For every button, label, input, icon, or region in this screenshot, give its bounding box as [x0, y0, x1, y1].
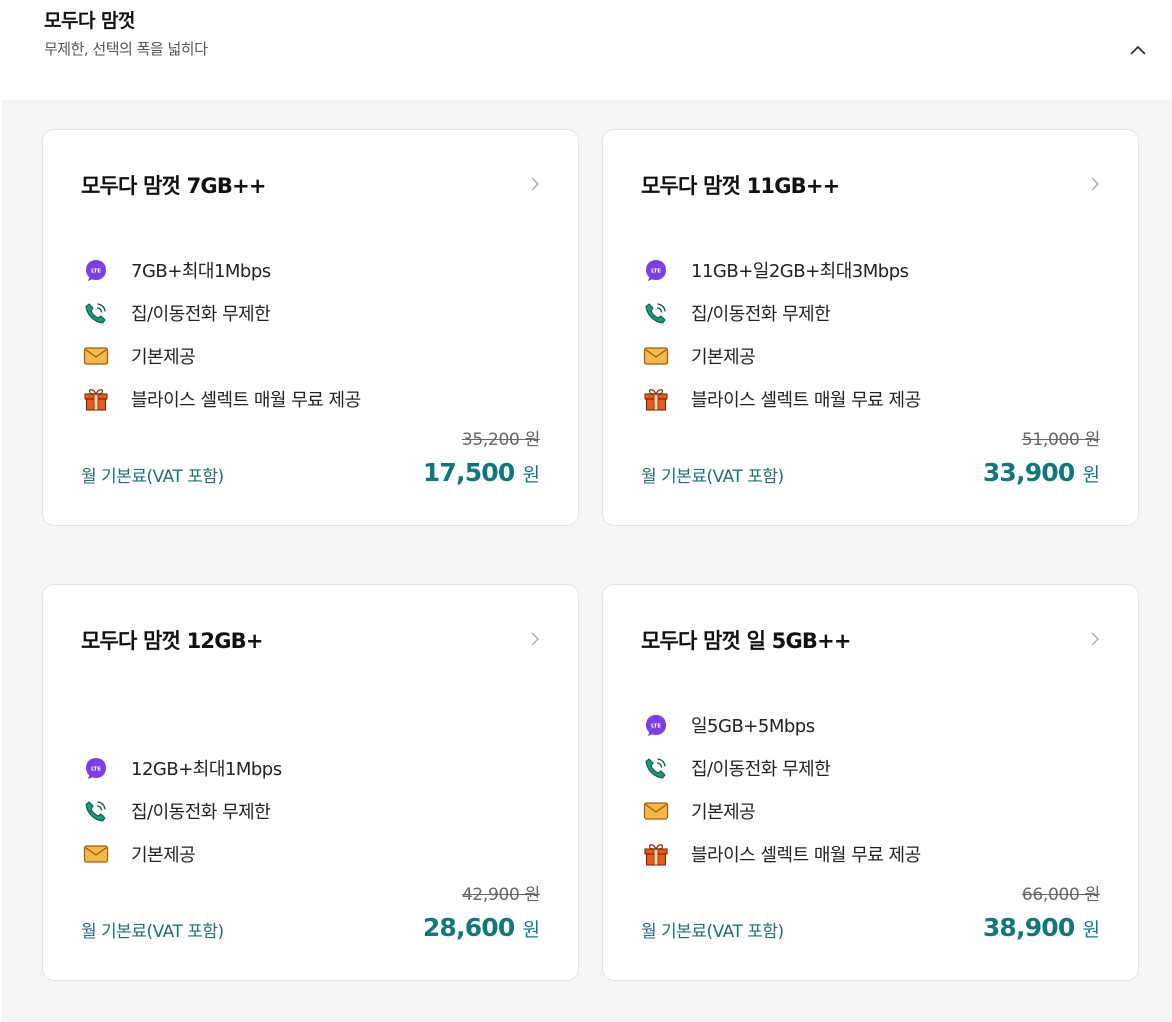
- price-label: 월 기본료(VAT 포함): [81, 467, 224, 487]
- phone-call-icon: [643, 755, 669, 781]
- feature-item: 기본제공: [643, 789, 1108, 832]
- lte-icon: LTE: [643, 712, 669, 738]
- svg-text:LTE: LTE: [91, 766, 101, 772]
- plan-title: 모두다 맘껏 일 5GB++: [641, 629, 852, 653]
- svg-text:LTE: LTE: [651, 268, 661, 274]
- feature-item: 집/이동전화 무제한: [83, 789, 548, 832]
- svg-text:LTE: LTE: [651, 723, 661, 729]
- section-header: 모두다 맘껏 무제한, 선택의 폭을 넓히다: [0, 0, 1172, 100]
- original-price: 66,000 원: [1021, 885, 1100, 905]
- price-amount: 17,500: [422, 458, 515, 487]
- feature-text: 기본제공: [131, 844, 196, 866]
- feature-text: 집/이동전화 무제한: [691, 758, 831, 780]
- phone-call-icon: [83, 798, 109, 824]
- price: 33,900 원: [983, 458, 1100, 487]
- feature-text: 기본제공: [131, 346, 196, 368]
- feature-list: LTE 7GB+최대1Mbps 집/이동전화 무제한기본제공블라이스 셀렉트 매월 …: [83, 248, 548, 420]
- message-envelope-icon: [83, 841, 109, 867]
- feature-item: 기본제공: [83, 334, 548, 377]
- plan-card[interactable]: 모두다 맘껏 11GB++ LTE 11GB+일2GB+최대3Mbps 집/이동전화 …: [602, 129, 1139, 526]
- feature-item: 집/이동전화 무제한: [643, 746, 1108, 789]
- feature-text: 기본제공: [691, 346, 756, 368]
- price-currency: 원: [1082, 919, 1100, 941]
- feature-text: 블라이스 셀렉트 매월 무료 제공: [691, 389, 921, 411]
- plan-list: 모두다 맘껏 7GB++ LTE 7GB+최대1Mbps 집/이동전화 무제한 기본제공…: [2, 100, 1172, 1022]
- plan-title: 모두다 맘껏 7GB++: [81, 174, 266, 198]
- chevron-right-icon: [1091, 632, 1099, 646]
- feature-text: 집/이동전화 무제한: [691, 303, 831, 325]
- feature-text: 일5GB+5Mbps: [691, 715, 815, 737]
- feature-text: 집/이동전화 무제한: [131, 303, 271, 325]
- original-price: 42,900 원: [461, 885, 540, 905]
- section-subtitle: 무제한, 선택의 폭을 넓히다: [44, 40, 208, 58]
- feature-item: LTE 7GB+최대1Mbps: [83, 248, 548, 291]
- feature-item: 기본제공: [83, 832, 548, 875]
- feature-item: 기본제공: [643, 334, 1108, 377]
- price-label: 월 기본료(VAT 포함): [641, 922, 784, 942]
- feature-item: LTE 11GB+일2GB+최대3Mbps: [643, 248, 1108, 291]
- price-amount: 28,600: [422, 913, 515, 942]
- plan-card[interactable]: 모두다 맘껏 일 5GB++ LTE 일5GB+5Mbps 집/이동전화 무제한기본제…: [602, 584, 1139, 981]
- price: 28,600 원: [423, 913, 540, 942]
- feature-text: 블라이스 셀렉트 매월 무료 제공: [131, 389, 361, 411]
- message-envelope-icon: [643, 343, 669, 369]
- chevron-right-icon: [1091, 177, 1099, 191]
- feature-text: 기본제공: [691, 801, 756, 823]
- feature-text: 7GB+최대1Mbps: [131, 260, 271, 282]
- price-currency: 원: [1082, 464, 1100, 486]
- feature-item: LTE 일5GB+5Mbps: [643, 703, 1108, 746]
- price-amount: 38,900: [982, 913, 1075, 942]
- price-currency: 원: [522, 464, 540, 486]
- chevron-right-icon: [531, 177, 539, 191]
- price-label: 월 기본료(VAT 포함): [81, 922, 224, 942]
- feature-item: 블라이스 셀렉트 매월 무료 제공: [643, 377, 1108, 420]
- section-title: 모두다 맘껏: [44, 10, 136, 32]
- feature-item: 집/이동전화 무제한: [83, 291, 548, 334]
- feature-text: 블라이스 셀렉트 매월 무료 제공: [691, 844, 921, 866]
- price: 38,900 원: [983, 913, 1100, 942]
- lte-icon: LTE: [83, 257, 109, 283]
- plan-title: 모두다 맘껏 11GB++: [641, 174, 840, 198]
- plan-title: 모두다 맘껏 12GB+: [81, 629, 263, 653]
- chevron-up-icon: [1130, 45, 1146, 55]
- svg-text:LTE: LTE: [91, 268, 101, 274]
- plan-card[interactable]: 모두다 맘껏 12GB+ LTE 12GB+최대1Mbps 집/이동전화 무제한기본제…: [42, 584, 579, 981]
- lte-icon: LTE: [643, 257, 669, 283]
- gift-icon: [643, 386, 669, 412]
- gift-icon: [643, 841, 669, 867]
- price-currency: 원: [522, 919, 540, 941]
- price: 17,500 원: [423, 458, 540, 487]
- feature-item: LTE 12GB+최대1Mbps: [83, 746, 548, 789]
- phone-call-icon: [83, 300, 109, 326]
- feature-item: 블라이스 셀렉트 매월 무료 제공: [83, 377, 548, 420]
- feature-list: LTE 11GB+일2GB+최대3Mbps 집/이동전화 무제한기본제공블라이스 셀…: [643, 248, 1108, 420]
- original-price: 35,200 원: [461, 430, 540, 450]
- message-envelope-icon: [643, 798, 669, 824]
- phone-call-icon: [643, 300, 669, 326]
- feature-list: LTE 12GB+최대1Mbps 집/이동전화 무제한기본제공: [83, 746, 548, 875]
- chevron-right-icon: [531, 632, 539, 646]
- lte-icon: LTE: [83, 755, 109, 781]
- gift-icon: [83, 386, 109, 412]
- feature-list: LTE 일5GB+5Mbps 집/이동전화 무제한기본제공블라이스 셀렉트 매월 무…: [643, 703, 1108, 875]
- message-envelope-icon: [83, 343, 109, 369]
- price-amount: 33,900: [982, 458, 1075, 487]
- plan-card[interactable]: 모두다 맘껏 7GB++ LTE 7GB+최대1Mbps 집/이동전화 무제한기본제공…: [42, 129, 579, 526]
- original-price: 51,000 원: [1021, 430, 1100, 450]
- feature-item: 집/이동전화 무제한: [643, 291, 1108, 334]
- feature-item: 블라이스 셀렉트 매월 무료 제공: [643, 832, 1108, 875]
- collapse-button[interactable]: [1124, 36, 1152, 64]
- price-label: 월 기본료(VAT 포함): [641, 467, 784, 487]
- feature-text: 12GB+최대1Mbps: [131, 758, 282, 780]
- feature-text: 집/이동전화 무제한: [131, 801, 271, 823]
- feature-text: 11GB+일2GB+최대3Mbps: [691, 260, 909, 282]
